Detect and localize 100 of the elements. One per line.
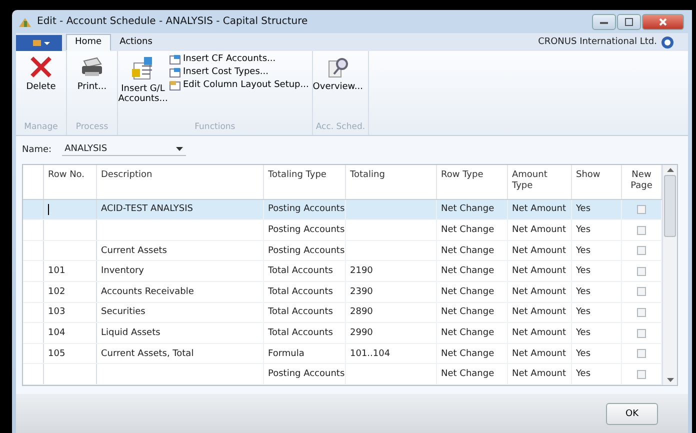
table-cell: Total Accounts: [268, 328, 333, 338]
printer-icon: [79, 54, 105, 79]
table-cell: Net Change: [441, 307, 494, 318]
table-cell: Yes: [576, 286, 591, 297]
table-row[interactable]: Posting Accounts Net Change Net Amount Yes: [23, 220, 662, 241]
ok-button[interactable]: OK: [606, 402, 658, 425]
column-header[interactable]: Totaling: [346, 164, 437, 199]
table-cell: Total Accounts: [268, 286, 333, 297]
table-cell: Total Accounts: [268, 307, 333, 318]
table-row[interactable]: Current Assets Posting Accounts Net Change Net Amount Yes: [23, 240, 662, 262]
table-cell: Net Amount: [512, 286, 566, 297]
table-cell: Yes: [576, 307, 591, 318]
app-menu-button[interactable]: [16, 34, 62, 51]
table-cell: Yes: [576, 204, 591, 214]
dropdown-arrow-icon: [176, 147, 183, 152]
table-cell: Net Amount: [512, 369, 566, 380]
ribbon-action[interactable]: Insert Cost Types...: [169, 66, 309, 79]
table-cell: Formula: [268, 348, 304, 359]
new-page-checkbox[interactable]: [637, 287, 646, 296]
new-page-checkbox[interactable]: [637, 204, 646, 214]
table-row[interactable]: 103 Securities Total Accounts 2890 Net Change Net Amount Yes: [23, 302, 662, 324]
table-cell: Net Change: [441, 348, 494, 359]
table-cell: Net Amount: [512, 307, 566, 318]
table-cell: Net Amount: [512, 266, 566, 276]
table-cell: Net Change: [441, 328, 494, 338]
table-cell: 102: [48, 286, 66, 297]
table-cell: Current Assets, Total: [101, 348, 194, 359]
table-cell: Securities: [101, 307, 146, 318]
delete-button[interactable]: Delete: [19, 50, 63, 122]
new-page-checkbox[interactable]: [637, 266, 646, 276]
print-button[interactable]: Print...: [70, 50, 114, 122]
minimize-button[interactable]: [592, 14, 616, 30]
insert-icon: [169, 66, 181, 78]
table-cell: Net Amount: [512, 225, 566, 236]
name-dropdown[interactable]: ANALYSIS: [62, 143, 186, 156]
table-row[interactable]: 104 Liquid Assets Total Accounts 2990 Net Change Net Amount Yes: [23, 323, 662, 344]
table-cell: Yes: [576, 266, 591, 276]
maximize-button[interactable]: [617, 14, 641, 30]
table-cell: Net Amount: [512, 204, 566, 214]
table-cell: Net Change: [441, 204, 494, 214]
new-page-checkbox[interactable]: [637, 308, 646, 317]
table-cell: 103: [48, 307, 66, 318]
table-row[interactable]: ACID-TEST ANALYSIS Posting Accounts Net Change Net Amount Yes: [23, 200, 662, 220]
help-icon[interactable]: [661, 36, 674, 49]
vertical-scrollbar[interactable]: [662, 164, 677, 386]
table-cell: Current Assets: [101, 246, 167, 256]
text-cursor: [48, 204, 49, 215]
group-label: Functions: [194, 122, 236, 134]
ribbon-tab[interactable]: Home: [66, 34, 111, 51]
table-cell: Inventory: [101, 266, 144, 276]
maximize-icon: [625, 18, 633, 26]
table-cell: Posting Accounts: [268, 225, 345, 236]
table-cell: Accounts Receivable: [101, 286, 194, 297]
column-header[interactable]: Show: [572, 164, 622, 199]
table-cell: 104: [48, 328, 66, 338]
column-header[interactable]: Totaling Type: [264, 164, 346, 199]
table-cell: 2390: [350, 286, 373, 297]
table-cell: Posting Accounts: [268, 369, 345, 380]
table-cell: 2190: [350, 266, 373, 276]
window-title: Edit - Account Schedule - ANALYSIS - Capital Structure: [37, 16, 308, 28]
table-cell: Posting Accounts: [268, 246, 345, 256]
column-header[interactable]: Description: [97, 164, 264, 199]
scroll-down-icon[interactable]: [666, 378, 674, 382]
ribbon-tab[interactable]: Actions: [110, 34, 162, 51]
close-button[interactable]: [642, 14, 684, 30]
table-row[interactable]: 102 Accounts Receivable Total Accounts 2390 Net Change Net Amount Yes: [23, 282, 662, 303]
group-label: Manage: [23, 122, 59, 134]
new-page-checkbox[interactable]: [637, 246, 646, 256]
table-cell: Yes: [576, 369, 591, 380]
table-row[interactable]: Posting Accounts Net Change Net Amount Yes: [23, 364, 662, 386]
ribbon-action[interactable]: Insert CF Accounts...: [169, 52, 309, 66]
app-icon: [18, 16, 32, 28]
column-header[interactable]: Row Type: [437, 164, 508, 199]
delete-icon: [29, 54, 53, 79]
ribbon-action[interactable]: Edit Column Layout Setup...: [169, 78, 309, 92]
table-cell: Total Accounts: [268, 266, 333, 276]
group-label: Process: [74, 122, 110, 134]
close-icon: [659, 18, 667, 26]
scroll-thumb[interactable]: [664, 174, 676, 237]
table-cell: 2990: [350, 328, 373, 338]
table-cell: Net Change: [441, 266, 494, 276]
name-label: Name:: [22, 144, 52, 155]
column-header[interactable]: Amount Type: [508, 164, 572, 199]
table-cell: Net Amount: [512, 246, 566, 256]
table-cell: 105: [48, 348, 66, 359]
new-page-checkbox[interactable]: [637, 370, 646, 379]
table-cell: Net Change: [441, 225, 494, 236]
scroll-up-icon[interactable]: [666, 168, 674, 172]
overview-button[interactable]: Overview...: [316, 50, 360, 122]
new-page-checkbox[interactable]: [637, 328, 646, 338]
table-cell: Yes: [576, 328, 591, 338]
new-page-checkbox[interactable]: [637, 226, 646, 235]
new-page-checkbox[interactable]: [637, 349, 646, 358]
insert-button[interactable]: Insert G/L Accounts...: [121, 50, 165, 122]
column-header[interactable]: Row No.: [44, 164, 97, 199]
insert-icon: [169, 54, 181, 65]
table-row[interactable]: 105 Current Assets, Total Formula 101..104 Net Change Net Amount Yes: [23, 344, 662, 364]
table-row[interactable]: 101 Inventory Total Accounts 2190 Net Change Net Amount Yes: [23, 261, 662, 282]
table-cell: ACID-TEST ANALYSIS: [101, 204, 193, 214]
table-cell: Yes: [576, 225, 591, 236]
